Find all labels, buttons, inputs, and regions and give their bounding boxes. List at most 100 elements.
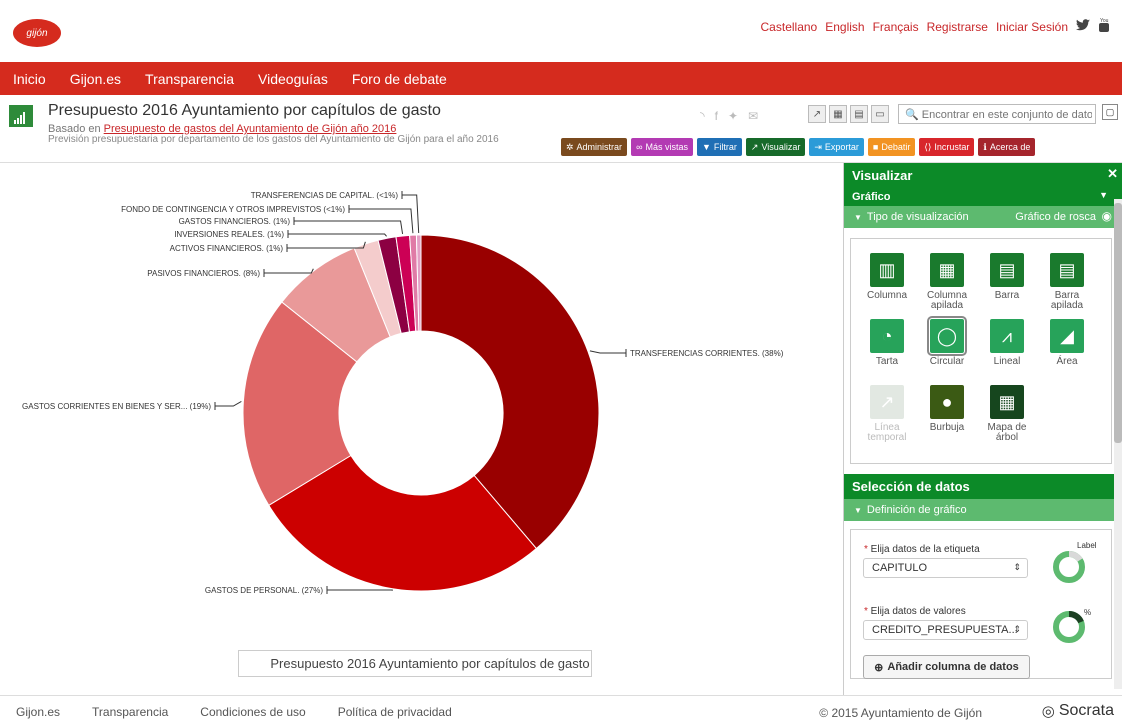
slice-label: TRANSFERENCIAS CORRIENTES. (38%) <box>630 349 784 358</box>
footer-link-privacy[interactable]: Política de privacidad <box>338 705 452 719</box>
viz-type-burbuja[interactable]: ● Burbuja <box>917 385 977 433</box>
leader-line <box>215 401 242 407</box>
viz-type-label-2: apilada <box>930 300 964 311</box>
rss-icon[interactable]: ◝ <box>700 109 705 123</box>
login-link[interactable]: Iniciar Sesión <box>996 20 1068 34</box>
footer-link-transparencia[interactable]: Transparencia <box>92 705 168 719</box>
select-arrow-icon: ⇕ <box>1013 624 1021 634</box>
action-icon: ∞ <box>636 142 643 152</box>
twitter-share-icon[interactable]: ✦ <box>728 109 738 123</box>
incrustar-button[interactable]: ⟨⟩ Incrustar <box>919 138 975 156</box>
viz-type-value: Gráfico de rosca <box>1015 211 1096 223</box>
nav-item-transparencia[interactable]: Transparencia <box>145 71 234 87</box>
action-label: Exportar <box>824 142 859 152</box>
collapse-icon[interactable]: ▼ <box>1099 190 1108 200</box>
viz-type-icon: ▦ <box>990 385 1024 419</box>
viz-type-label-2: árbol <box>995 432 1019 443</box>
viz-type-label-2: temporal <box>867 432 907 443</box>
chart-definition-bar[interactable]: ▼ Definición de gráfico <box>844 499 1122 521</box>
visualizar-button[interactable]: ↗ Visualizar <box>745 138 806 156</box>
lang-francais-link[interactable]: Français <box>873 20 919 34</box>
split-view-icon[interactable]: ▤ <box>850 105 868 123</box>
page-view-icon[interactable]: ▭ <box>871 105 889 123</box>
viz-type-label: Tarta <box>875 356 899 367</box>
viz-type-tarta[interactable]: ◔ Tarta <box>857 319 917 367</box>
m-s-vistas-button[interactable]: ∞ Más vistas <box>631 138 693 156</box>
twitter-icon[interactable] <box>1076 19 1090 34</box>
footer-link-conditions[interactable]: Condiciones de uso <box>200 705 305 719</box>
nav-item-foro[interactable]: Foro de debate <box>352 71 447 87</box>
socrata-label: Socrata <box>1058 702 1114 719</box>
action-label: Administrar <box>576 142 623 152</box>
action-label: Filtrar <box>713 142 737 152</box>
grid-view-icon[interactable]: ▦ <box>829 105 847 123</box>
viz-type-barra-apilada[interactable]: ▤ Barra apilada <box>1037 253 1097 311</box>
panel-section-grafico[interactable]: Gráfico ▼ <box>844 188 1122 206</box>
dataset-search-input[interactable] <box>921 109 1092 121</box>
lang-english-link[interactable]: English <box>825 20 864 34</box>
acerca-de-button[interactable]: ℹ Acerca de <box>978 138 1036 156</box>
main-nav: Inicio Gijon.es Transparencia Videoguías… <box>0 62 1122 95</box>
values-field-label: * Elija datos de valores <box>864 606 966 617</box>
viz-type-barra[interactable]: ▤ Barra <box>977 253 1037 301</box>
lang-castellano-link[interactable]: Castellano <box>761 20 818 34</box>
add-data-column-label: Añadir columna de datos <box>887 661 1019 673</box>
leader-line <box>589 350 626 354</box>
slice-label: INVERSIONES REALES. (1%) <box>174 230 284 239</box>
youtube-icon[interactable]: You <box>1098 17 1110 36</box>
viz-type-label: Barra <box>994 290 1020 301</box>
gijon-logo[interactable]: gijón <box>13 19 61 47</box>
viz-type-label-2: apilada <box>1050 300 1084 311</box>
add-data-column-button[interactable]: ⊕ Añadir columna de datos <box>863 655 1030 679</box>
facebook-icon[interactable]: f <box>715 109 718 123</box>
fullscreen-icon[interactable]: ▢ <box>1102 104 1118 120</box>
action-icon: ⇥ <box>814 141 822 152</box>
panel-section-label: Gráfico <box>852 191 891 203</box>
panel-scrollbar-thumb[interactable] <box>1114 203 1122 443</box>
top-bar: gijón Castellano English Français Regist… <box>0 0 1122 62</box>
viz-type-icon: ◔ <box>870 319 904 353</box>
debatir-button[interactable]: ■ Debatir <box>867 138 916 156</box>
viz-type-icon: ⩘ <box>990 319 1024 353</box>
viz-type-área[interactable]: ◢ Área <box>1037 319 1097 367</box>
chart-view-icon[interactable]: ↗ <box>808 105 826 123</box>
viz-type-mapa-de-árbol[interactable]: ▦ Mapa de árbol <box>977 385 1037 443</box>
values-field-value: CREDITO_PRESUPUESTA... <box>872 624 1018 636</box>
viz-type-columna[interactable]: ▥ Columna <box>857 253 917 301</box>
donut-chart[interactable]: TRANSFERENCIAS CORRIENTES. (38%) GASTOS D… <box>0 163 843 695</box>
viz-type-icon: ▦ <box>930 253 964 287</box>
viz-type-label: Lineal <box>993 356 1021 367</box>
viz-type-icon: ▤ <box>1050 253 1084 287</box>
values-field-select[interactable]: CREDITO_PRESUPUESTA... ⇕ <box>863 620 1028 640</box>
viz-type-lineal[interactable]: ⩘ Lineal <box>977 319 1037 367</box>
action-icon: ↗ <box>750 141 759 152</box>
footer-link-gijon[interactable]: Gijon.es <box>16 705 60 719</box>
action-label: Incrustar <box>934 142 970 152</box>
slice-label: PASIVOS FINANCIEROS. (8%) <box>147 269 260 278</box>
nav-item-gijon[interactable]: Gijon.es <box>70 71 121 87</box>
viz-type-circular[interactable]: ◯ Circular <box>917 316 977 367</box>
socrata-icon: ◎ <box>1041 703 1055 720</box>
register-link[interactable]: Registrarse <box>927 20 988 34</box>
exportar-button[interactable]: ⇥ Exportar <box>809 138 864 156</box>
action-label: Acerca de <box>989 142 1031 152</box>
panel-title: Visualizar <box>852 168 913 183</box>
email-icon[interactable]: ✉ <box>748 109 758 123</box>
close-panel-icon[interactable]: ✕ <box>1107 166 1118 182</box>
viz-type-columna-apilada[interactable]: ▦ Columna apilada <box>917 253 977 311</box>
viz-type-icon: ◯ <box>927 316 967 356</box>
label-field-select[interactable]: CAPITULO ⇕ <box>863 558 1028 578</box>
leader-line <box>294 220 404 235</box>
administrar-button[interactable]: ✲ Administrar <box>561 138 628 156</box>
view-switcher: ↗ ▦ ▤ ▭ <box>808 105 889 123</box>
viz-type-label: Área <box>1056 356 1078 367</box>
nav-item-videoguias[interactable]: Videoguías <box>258 71 328 87</box>
slice-label: GASTOS FINANCIEROS. (1%) <box>179 217 291 226</box>
dataset-description: Previsión presupuestaria por departament… <box>48 134 499 145</box>
nav-item-inicio[interactable]: Inicio <box>13 71 46 87</box>
viz-type-bar[interactable]: ▼ Tipo de visualización Gráfico de rosca… <box>844 206 1122 228</box>
filtrar-button[interactable]: ▼ Filtrar <box>697 138 742 156</box>
chart-title: Presupuesto 2016 Ayuntamiento por capítu… <box>238 650 592 677</box>
socrata-logo[interactable]: ◎ Socrata <box>1042 702 1114 720</box>
label-field-value: CAPITULO <box>872 562 928 574</box>
